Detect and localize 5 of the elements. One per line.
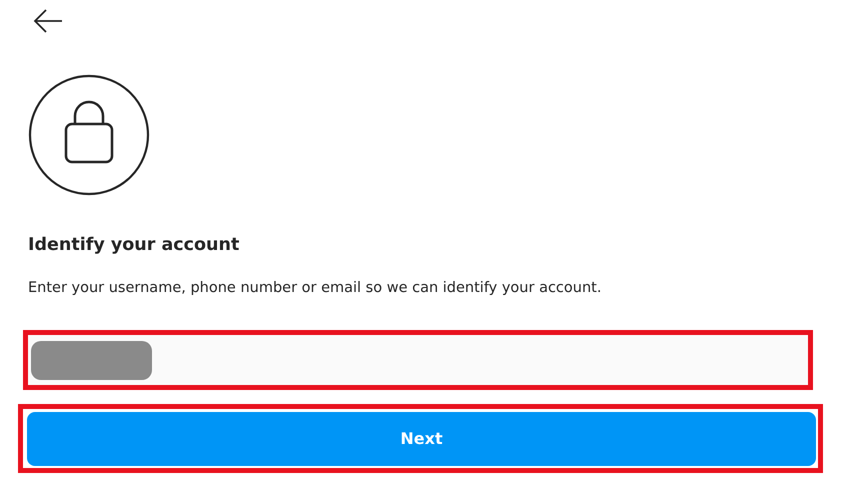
lock-icon bbox=[28, 74, 150, 196]
next-button[interactable]: Next bbox=[27, 412, 816, 466]
instruction-text: Enter your username, phone number or email so we can identify your account. bbox=[28, 279, 602, 298]
heading: Identify your account bbox=[28, 234, 240, 257]
back-button[interactable] bbox=[32, 8, 64, 34]
